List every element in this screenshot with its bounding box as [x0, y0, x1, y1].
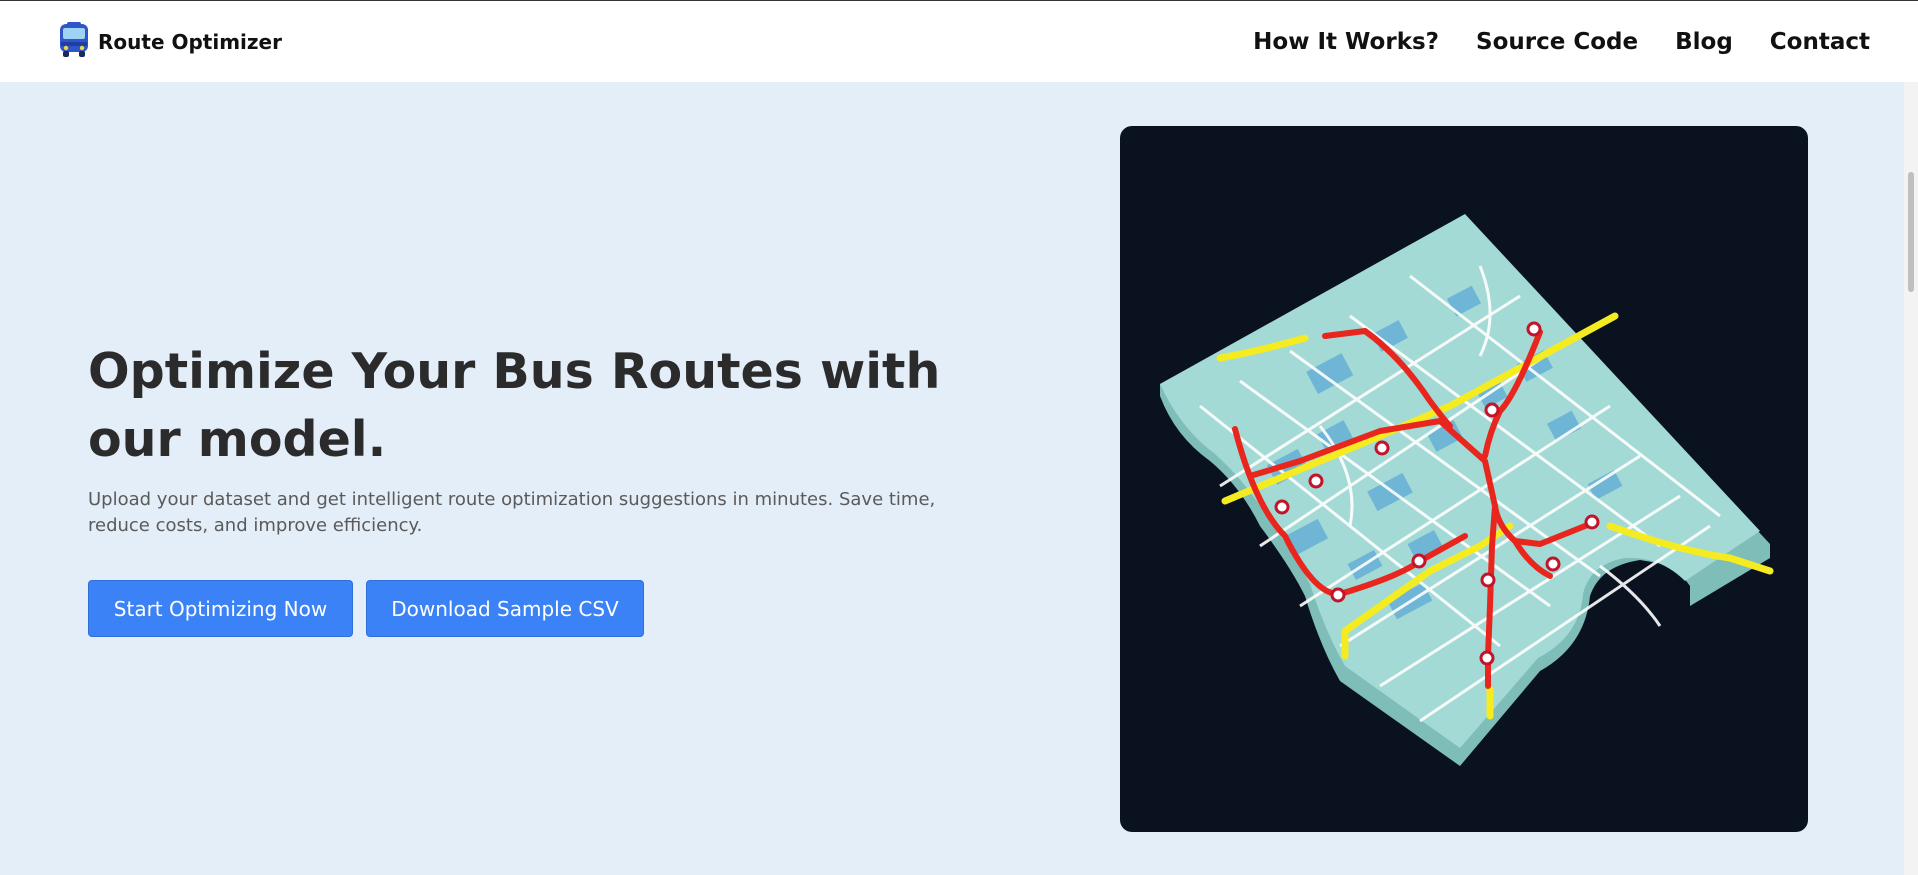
- hero-actions: Start Optimizing Now Download Sample CSV: [88, 580, 644, 637]
- hero-subtitle: Upload your dataset and get intelligent …: [88, 489, 936, 536]
- hero-title: Optimize Your Bus Routes with our model.: [88, 343, 941, 468]
- hero-map-image: [1120, 126, 1808, 832]
- main-nav: How It Works? Source Code Blog Contact: [1253, 29, 1870, 55]
- brand[interactable]: Route Optimizer: [58, 21, 282, 63]
- start-optimizing-button[interactable]: Start Optimizing Now: [88, 580, 353, 637]
- nav-how-it-works[interactable]: How It Works?: [1253, 29, 1439, 55]
- nav-source-code[interactable]: Source Code: [1476, 29, 1638, 55]
- site-header: Route Optimizer How It Works? Source Cod…: [0, 1, 1918, 82]
- nav-contact[interactable]: Contact: [1770, 29, 1870, 55]
- bus-icon: [58, 21, 90, 63]
- download-sample-csv-button[interactable]: Download Sample CSV: [366, 580, 644, 637]
- isometric-city-map-illustration: [1160, 214, 1774, 766]
- hero-text: Optimize Your Bus Routes with our model.…: [88, 338, 948, 539]
- page-scrollbar[interactable]: [1904, 82, 1918, 875]
- nav-blog[interactable]: Blog: [1675, 29, 1733, 55]
- scrollbar-thumb[interactable]: [1908, 172, 1914, 292]
- brand-name: Route Optimizer: [98, 29, 282, 54]
